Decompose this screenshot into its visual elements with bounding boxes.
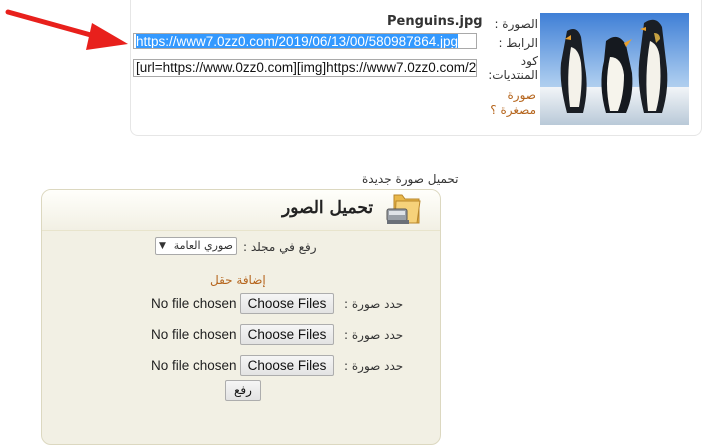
file-status: No file chosen: [151, 327, 237, 342]
upload-panel: تحميل الصور ▼ صوري العامة رفع في مجلد : …: [41, 189, 441, 445]
folder-label: رفع في مجلد :: [243, 240, 317, 254]
select-image-label: حدد صورة :: [344, 328, 404, 342]
upload-submit-button[interactable]: رفع: [225, 380, 261, 401]
chevron-down-icon: ▼: [159, 241, 166, 251]
forum-code-label: كود المنتديات:: [488, 54, 538, 82]
folder-select[interactable]: ▼ صوري العامة: [155, 237, 237, 255]
penguins-thumbnail[interactable]: [540, 13, 689, 125]
upload-new-image-heading: تحميل صورة جديدة: [362, 172, 459, 186]
file-row: No file chosen Choose Files حدد صورة :: [151, 324, 411, 346]
folder-scanner-icon: [386, 194, 421, 224]
forum-code-text: [url=https://www.0zz0.com][img]https://w…: [136, 60, 477, 75]
red-arrow-icon: [5, 9, 128, 50]
enlarged-image-link[interactable]: صورة مصغرة ؟: [471, 88, 536, 118]
file-status: No file chosen: [151, 296, 237, 311]
folder-select-value: صوري العامة: [173, 239, 233, 252]
forum-code-field[interactable]: [url=https://www.0zz0.com][img]https://w…: [133, 59, 477, 77]
uploaded-image-card: الصورة : Penguins.jpg الرابط : https://w…: [130, 0, 702, 136]
image-filename: Penguins.jpg: [387, 14, 483, 29]
image-url-text: https://www7.0zz0.com/2019/06/13/00/5809…: [136, 34, 458, 49]
file-row: No file chosen Choose Files حدد صورة :: [151, 293, 411, 315]
panel-header: [42, 190, 440, 231]
link-label: الرابط :: [498, 36, 538, 50]
add-field-link[interactable]: إضافة حقل: [210, 273, 266, 287]
choose-files-button[interactable]: Choose Files: [240, 324, 334, 345]
file-status: No file chosen: [151, 358, 237, 373]
image-label: الصورة :: [494, 17, 538, 31]
choose-files-button[interactable]: Choose Files: [240, 355, 334, 376]
panel-title: تحميل الصور: [282, 198, 374, 218]
image-url-field[interactable]: https://www7.0zz0.com/2019/06/13/00/5809…: [133, 33, 477, 49]
select-image-label: حدد صورة :: [344, 297, 404, 311]
folder-row: ▼ صوري العامة رفع في مجلد :: [155, 237, 395, 257]
select-image-label: حدد صورة :: [344, 359, 404, 373]
file-row: No file chosen Choose Files حدد صورة :: [151, 355, 411, 377]
choose-files-button[interactable]: Choose Files: [240, 293, 334, 314]
